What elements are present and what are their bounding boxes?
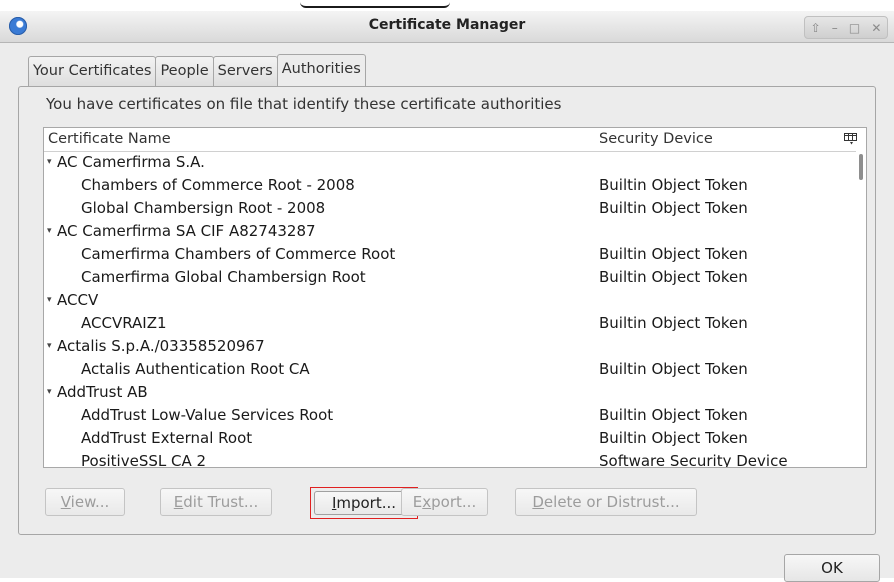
tree-row[interactable]: Camerfirma Chambers of Commerce Root Buil… bbox=[44, 243, 856, 266]
edit-trust-button[interactable]: Edit Trust... bbox=[160, 488, 272, 516]
tree-header: Certificate Name Security Device bbox=[44, 128, 866, 152]
twisty-icon[interactable]: ▾ bbox=[47, 289, 52, 312]
maximize-icon[interactable]: □ bbox=[849, 21, 860, 35]
window-controls: ⇧ – □ ✕ bbox=[804, 16, 888, 39]
minimize-icon[interactable]: – bbox=[832, 21, 838, 35]
certificate-name: AddTrust External Root bbox=[81, 429, 253, 447]
twisty-icon[interactable]: ▾ bbox=[47, 335, 52, 358]
certificate-name: AddTrust AB bbox=[57, 383, 148, 401]
certificate-name: ACCV bbox=[57, 291, 99, 309]
certificate-name: Camerfirma Chambers of Commerce Root bbox=[81, 245, 396, 263]
tab-people[interactable]: People bbox=[155, 56, 214, 86]
shade-icon[interactable]: ⇧ bbox=[811, 21, 821, 35]
background-window-strip bbox=[0, 0, 894, 11]
security-device: Builtin Object Token bbox=[599, 360, 748, 378]
scrollbar-thumb[interactable] bbox=[859, 154, 863, 180]
tree-row[interactable]: AddTrust Low-Value Services Root Builtin … bbox=[44, 404, 856, 427]
twisty-icon[interactable]: ▾ bbox=[47, 151, 52, 174]
tab-your-certificates[interactable]: Your Certificates bbox=[28, 56, 157, 86]
tree-group-row[interactable]: ▾ ACCV bbox=[44, 289, 856, 312]
column-header-security-device[interactable]: Security Device bbox=[599, 131, 713, 147]
tree-row[interactable]: Global Chambersign Root - 2008 Builtin Ob… bbox=[44, 197, 856, 220]
tree-row[interactable]: Chambers of Commerce Root - 2008 Builtin … bbox=[44, 174, 856, 197]
column-header-certificate-name[interactable]: Certificate Name bbox=[48, 131, 171, 147]
tree-scrollbar[interactable] bbox=[856, 151, 866, 467]
security-device: Builtin Object Token bbox=[599, 176, 748, 194]
tree-row[interactable]: Actalis Authentication Root CA Builtin Ob… bbox=[44, 358, 856, 381]
tree-row[interactable]: Camerfirma Global Chambersign Root Builti… bbox=[44, 266, 856, 289]
certificate-name: Camerfirma Global Chambersign Root bbox=[81, 268, 366, 286]
certificate-name: ACCVRAIZ1 bbox=[81, 314, 167, 332]
certificate-name: AC Camerfirma S.A. bbox=[57, 153, 205, 171]
certificate-name: AC Camerfirma SA CIF A82743287 bbox=[57, 222, 316, 240]
tree-group-row[interactable]: ▾ AddTrust AB bbox=[44, 381, 856, 404]
tree-rows: ▾ AC Camerfirma S.A. Chambers of Commerce … bbox=[44, 151, 856, 468]
window-title: Certificate Manager bbox=[368, 17, 526, 33]
tree-row[interactable]: AddTrust External Root Builtin Object Tok… bbox=[44, 427, 856, 450]
authorities-panel: You have certificates on file that ident… bbox=[18, 86, 876, 535]
security-device: Builtin Object Token bbox=[599, 268, 748, 286]
tree-row[interactable]: ACCVRAIZ1 Builtin Object Token bbox=[44, 312, 856, 335]
import-button[interactable]: Import... bbox=[314, 491, 414, 515]
certificate-name: PositiveSSL CA 2 bbox=[81, 452, 207, 468]
export-button[interactable]: Export... bbox=[401, 488, 488, 516]
tree-group-row[interactable]: ▾ AC Camerfirma S.A. bbox=[44, 151, 856, 174]
certificate-tree[interactable]: Certificate Name Security Device ▾ AC Cam… bbox=[43, 127, 867, 468]
security-device: Software Security Device bbox=[599, 452, 788, 468]
twisty-icon[interactable]: ▾ bbox=[47, 381, 52, 404]
tab-authorities[interactable]: Authorities bbox=[276, 54, 366, 86]
close-icon[interactable]: ✕ bbox=[871, 21, 881, 35]
tree-group-row[interactable]: ▾ Actalis S.p.A./03358520967 bbox=[44, 335, 856, 358]
security-device: Builtin Object Token bbox=[599, 199, 748, 217]
certificate-name: Chambers of Commerce Root - 2008 bbox=[81, 176, 355, 194]
security-device: Builtin Object Token bbox=[599, 314, 748, 332]
tree-group-row[interactable]: ▾ AC Camerfirma SA CIF A82743287 bbox=[44, 220, 856, 243]
security-device: Builtin Object Token bbox=[599, 429, 748, 447]
title-bar: Certificate Manager ⇧ – □ ✕ bbox=[0, 11, 894, 43]
tab-servers[interactable]: Servers bbox=[212, 56, 278, 86]
twisty-icon[interactable]: ▾ bbox=[47, 220, 52, 243]
tree-row[interactable]: PositiveSSL CA 2 Software Security Device bbox=[44, 450, 856, 468]
certificate-name: Actalis S.p.A./03358520967 bbox=[57, 337, 265, 355]
background-window-fragment bbox=[288, 0, 468, 8]
view-button[interactable]: View... bbox=[45, 488, 125, 516]
column-picker-icon[interactable] bbox=[844, 133, 857, 145]
delete-or-distrust-button[interactable]: Delete or Distrust... bbox=[515, 488, 697, 516]
certificate-name: AddTrust Low-Value Services Root bbox=[81, 406, 334, 424]
certificate-name: Actalis Authentication Root CA bbox=[81, 360, 310, 378]
security-device: Builtin Object Token bbox=[599, 406, 748, 424]
security-device: Builtin Object Token bbox=[599, 245, 748, 263]
certificate-name: Global Chambersign Root - 2008 bbox=[81, 199, 326, 217]
tab-bar: Your Certificates People Servers Authori… bbox=[28, 54, 366, 86]
certificate-manager-window: Certificate Manager ⇧ – □ ✕ Your Certifi… bbox=[0, 11, 894, 582]
panel-description: You have certificates on file that ident… bbox=[46, 95, 562, 113]
